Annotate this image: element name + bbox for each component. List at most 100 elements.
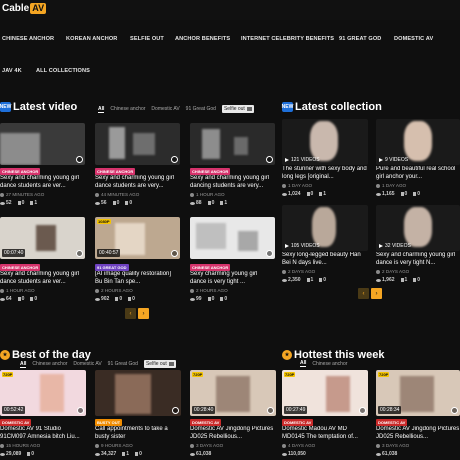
- video-title[interactable]: Sexy charming young girl dance is very t…: [190, 271, 275, 286]
- video-thumbnail[interactable]: [95, 370, 181, 416]
- watch-later-icon[interactable]: [76, 156, 83, 163]
- watch-later-icon[interactable]: [451, 407, 458, 414]
- nav-internet-celebrity-benefits[interactable]: INTERNET CELEBRITY BENEFITS: [241, 36, 334, 42]
- video-title[interactable]: Sexy and charming young girl dance stude…: [0, 175, 85, 190]
- video-title[interactable]: Domestic AV Jingdong Pictures JD025 Rebe…: [376, 426, 460, 441]
- category-tag[interactable]: DOMESTIC AV: [282, 419, 314, 426]
- video-thumbnail[interactable]: 720P 00:28:40: [190, 370, 276, 416]
- video-title[interactable]: Sexy and charming young girl dance stude…: [0, 271, 85, 286]
- play-icon: [285, 158, 289, 162]
- collection-title[interactable]: Pure and beautiful real school girl anch…: [376, 166, 460, 181]
- video-card[interactable]: CHINESE ANCHOR Sexy and charming young g…: [95, 123, 180, 213]
- filter-chinese-anchor[interactable]: Chinese anchor: [312, 361, 347, 367]
- watch-later-icon[interactable]: [172, 407, 179, 414]
- site-logo[interactable]: Cable AV: [2, 3, 47, 14]
- video-thumbnail[interactable]: 00:07:40: [0, 217, 85, 259]
- collection-title[interactable]: Sexy and charming young girl dance is ve…: [376, 252, 460, 267]
- video-card[interactable]: 720P 00:27:49 DOMESTIC AV Domestic Madou…: [282, 370, 368, 460]
- collection-thumbnail[interactable]: 121 VIDEOS: [282, 119, 368, 165]
- watch-later-icon[interactable]: [266, 250, 273, 257]
- prev-page-button[interactable]: ‹: [358, 288, 369, 299]
- watch-later-icon[interactable]: [171, 250, 178, 257]
- video-title[interactable]: Domestic AV Jingdong Pictures JD025 Rebe…: [190, 426, 276, 441]
- collection-time: 2 DAYS AGO: [376, 269, 409, 274]
- video-title[interactable]: Domestic AV 91 Studio 91CM097 Amnesia bi…: [0, 426, 86, 441]
- category-tag[interactable]: DOMESTIC AV: [190, 419, 222, 426]
- video-thumbnail[interactable]: 1080P 00:40:57: [95, 217, 180, 259]
- video-card[interactable]: BUSTY OUT Call appointments to take a bu…: [95, 370, 181, 460]
- thumbnail-image: [109, 127, 125, 159]
- collection-card[interactable]: 105 VIDEOS Sexy long-legged beauty Han B…: [282, 205, 368, 287]
- filter-chinese-anchor[interactable]: Chinese anchor: [32, 361, 67, 367]
- filter-91-great-god[interactable]: 91 Great God: [186, 106, 216, 112]
- video-title[interactable]: Call appointments to take a busty sister: [95, 426, 181, 441]
- category-tag[interactable]: CHINESE ANCHOR: [95, 168, 136, 175]
- filter-selfie-out-select[interactable]: Selfie out: [221, 105, 254, 113]
- category-tag[interactable]: DOMESTIC AV: [0, 419, 32, 426]
- category-tag[interactable]: DOMESTIC AV: [376, 419, 408, 426]
- video-card[interactable]: 720P 00:28:34 DOMESTIC AV Domestic AV Ji…: [376, 370, 460, 460]
- watch-later-icon[interactable]: [76, 250, 83, 257]
- watch-later-icon[interactable]: [77, 407, 84, 414]
- video-thumbnail[interactable]: 720P 00:52:42: [0, 370, 86, 416]
- filter-domestic-av[interactable]: Domestic AV: [151, 106, 179, 112]
- watch-later-icon[interactable]: [267, 407, 274, 414]
- category-tag[interactable]: CHINESE ANCHOR: [190, 264, 231, 271]
- category-tag[interactable]: BUSTY OUT: [95, 419, 123, 426]
- watch-later-icon[interactable]: [266, 156, 273, 163]
- video-card[interactable]: CHINESE ANCHOR Sexy charming young girl …: [190, 217, 275, 307]
- video-card[interactable]: 1080P 00:40:57 91 GREAT GOD [AI image qu…: [95, 217, 180, 307]
- category-tag[interactable]: 91 GREAT GOD: [95, 264, 129, 271]
- nav-all-collections[interactable]: ALL COLLECTIONS: [36, 68, 90, 74]
- next-page-button[interactable]: ›: [138, 308, 149, 319]
- next-page-button[interactable]: ›: [371, 288, 382, 299]
- nav-jav-4k[interactable]: JAV 4K: [2, 68, 22, 74]
- video-thumbnail[interactable]: [190, 217, 275, 259]
- prev-page-button[interactable]: ‹: [125, 308, 136, 319]
- video-card[interactable]: 00:07:40 CHINESE ANCHOR Sexy and charmin…: [0, 217, 85, 307]
- video-card[interactable]: 720P 00:52:42 DOMESTIC AV Domestic AV 91…: [0, 370, 86, 460]
- watch-later-icon[interactable]: [171, 156, 178, 163]
- latest-video-title: Latest video: [13, 101, 78, 113]
- thumbnail-image: [238, 231, 258, 251]
- video-title[interactable]: Sexy and charming young girl dancing stu…: [190, 175, 275, 190]
- collection-card[interactable]: 32 VIDEOS Sexy and charming young girl d…: [376, 205, 460, 287]
- collection-thumbnail[interactable]: 32 VIDEOS: [376, 205, 460, 251]
- filter-chinese-anchor[interactable]: Chinese anchor: [110, 106, 145, 112]
- nav-chinese-anchor[interactable]: CHINESE ANCHOR: [2, 36, 54, 42]
- collection-card[interactable]: 9 VIDEOS Pure and beautiful real school …: [376, 119, 460, 201]
- video-thumbnail[interactable]: [0, 123, 85, 165]
- nav-selfie-out[interactable]: SELFIE OUT: [130, 36, 164, 42]
- filter-domestic-av[interactable]: Domestic AV: [73, 361, 101, 367]
- video-thumbnail[interactable]: [190, 123, 275, 165]
- video-title[interactable]: Sexy and charming young girl dance stude…: [95, 175, 180, 190]
- category-tag[interactable]: CHINESE ANCHOR: [0, 264, 41, 271]
- video-thumbnail[interactable]: [95, 123, 180, 165]
- video-thumbnail[interactable]: 720P 00:28:34: [376, 370, 460, 416]
- nav-domestic-av[interactable]: DOMESTIC AV: [394, 36, 433, 42]
- category-tag[interactable]: CHINESE ANCHOR: [0, 168, 41, 175]
- collection-title[interactable]: The stunner with sexy body and long legs…: [282, 166, 368, 181]
- nav-anchor-benefits[interactable]: ANCHOR BENEFITS: [175, 36, 230, 42]
- category-tag[interactable]: CHINESE ANCHOR: [190, 168, 231, 175]
- filter-all[interactable]: All: [98, 106, 105, 113]
- filter-selfie-out-select[interactable]: Selfie out: [143, 360, 176, 368]
- comments-count: 0: [319, 277, 326, 283]
- filter-91-great-god[interactable]: 91 Great God: [108, 361, 138, 367]
- video-thumbnail[interactable]: 720P 00:27:49: [282, 370, 368, 416]
- video-title[interactable]: [AI image quality restoration] Bu Bin Ta…: [95, 271, 180, 286]
- video-title[interactable]: Domestic Madou AV MD MD0145 The temptati…: [282, 426, 368, 441]
- collection-thumbnail[interactable]: 9 VIDEOS: [376, 119, 460, 165]
- filter-all[interactable]: All: [20, 361, 27, 368]
- filter-all[interactable]: All: [300, 360, 307, 367]
- nav-91-great-god[interactable]: 91 GREAT GOD: [339, 36, 381, 42]
- collection-title[interactable]: Sexy long-legged beauty Han Bei N days l…: [282, 252, 368, 267]
- nav-korean-anchor[interactable]: KOREAN ANCHOR: [66, 36, 117, 42]
- video-card[interactable]: 720P 00:28:40 DOMESTIC AV Domestic AV Ji…: [190, 370, 276, 460]
- watch-later-icon[interactable]: [359, 407, 366, 414]
- video-card[interactable]: CHINESE ANCHOR Sexy and charming young g…: [190, 123, 275, 213]
- collection-card[interactable]: 121 VIDEOS The stunner with sexy body an…: [282, 119, 368, 201]
- collection-thumbnail[interactable]: 105 VIDEOS: [282, 205, 368, 251]
- video-card[interactable]: CHINESE ANCHOR Sexy and charming young g…: [0, 123, 85, 213]
- likes-count: 0: [306, 191, 313, 197]
